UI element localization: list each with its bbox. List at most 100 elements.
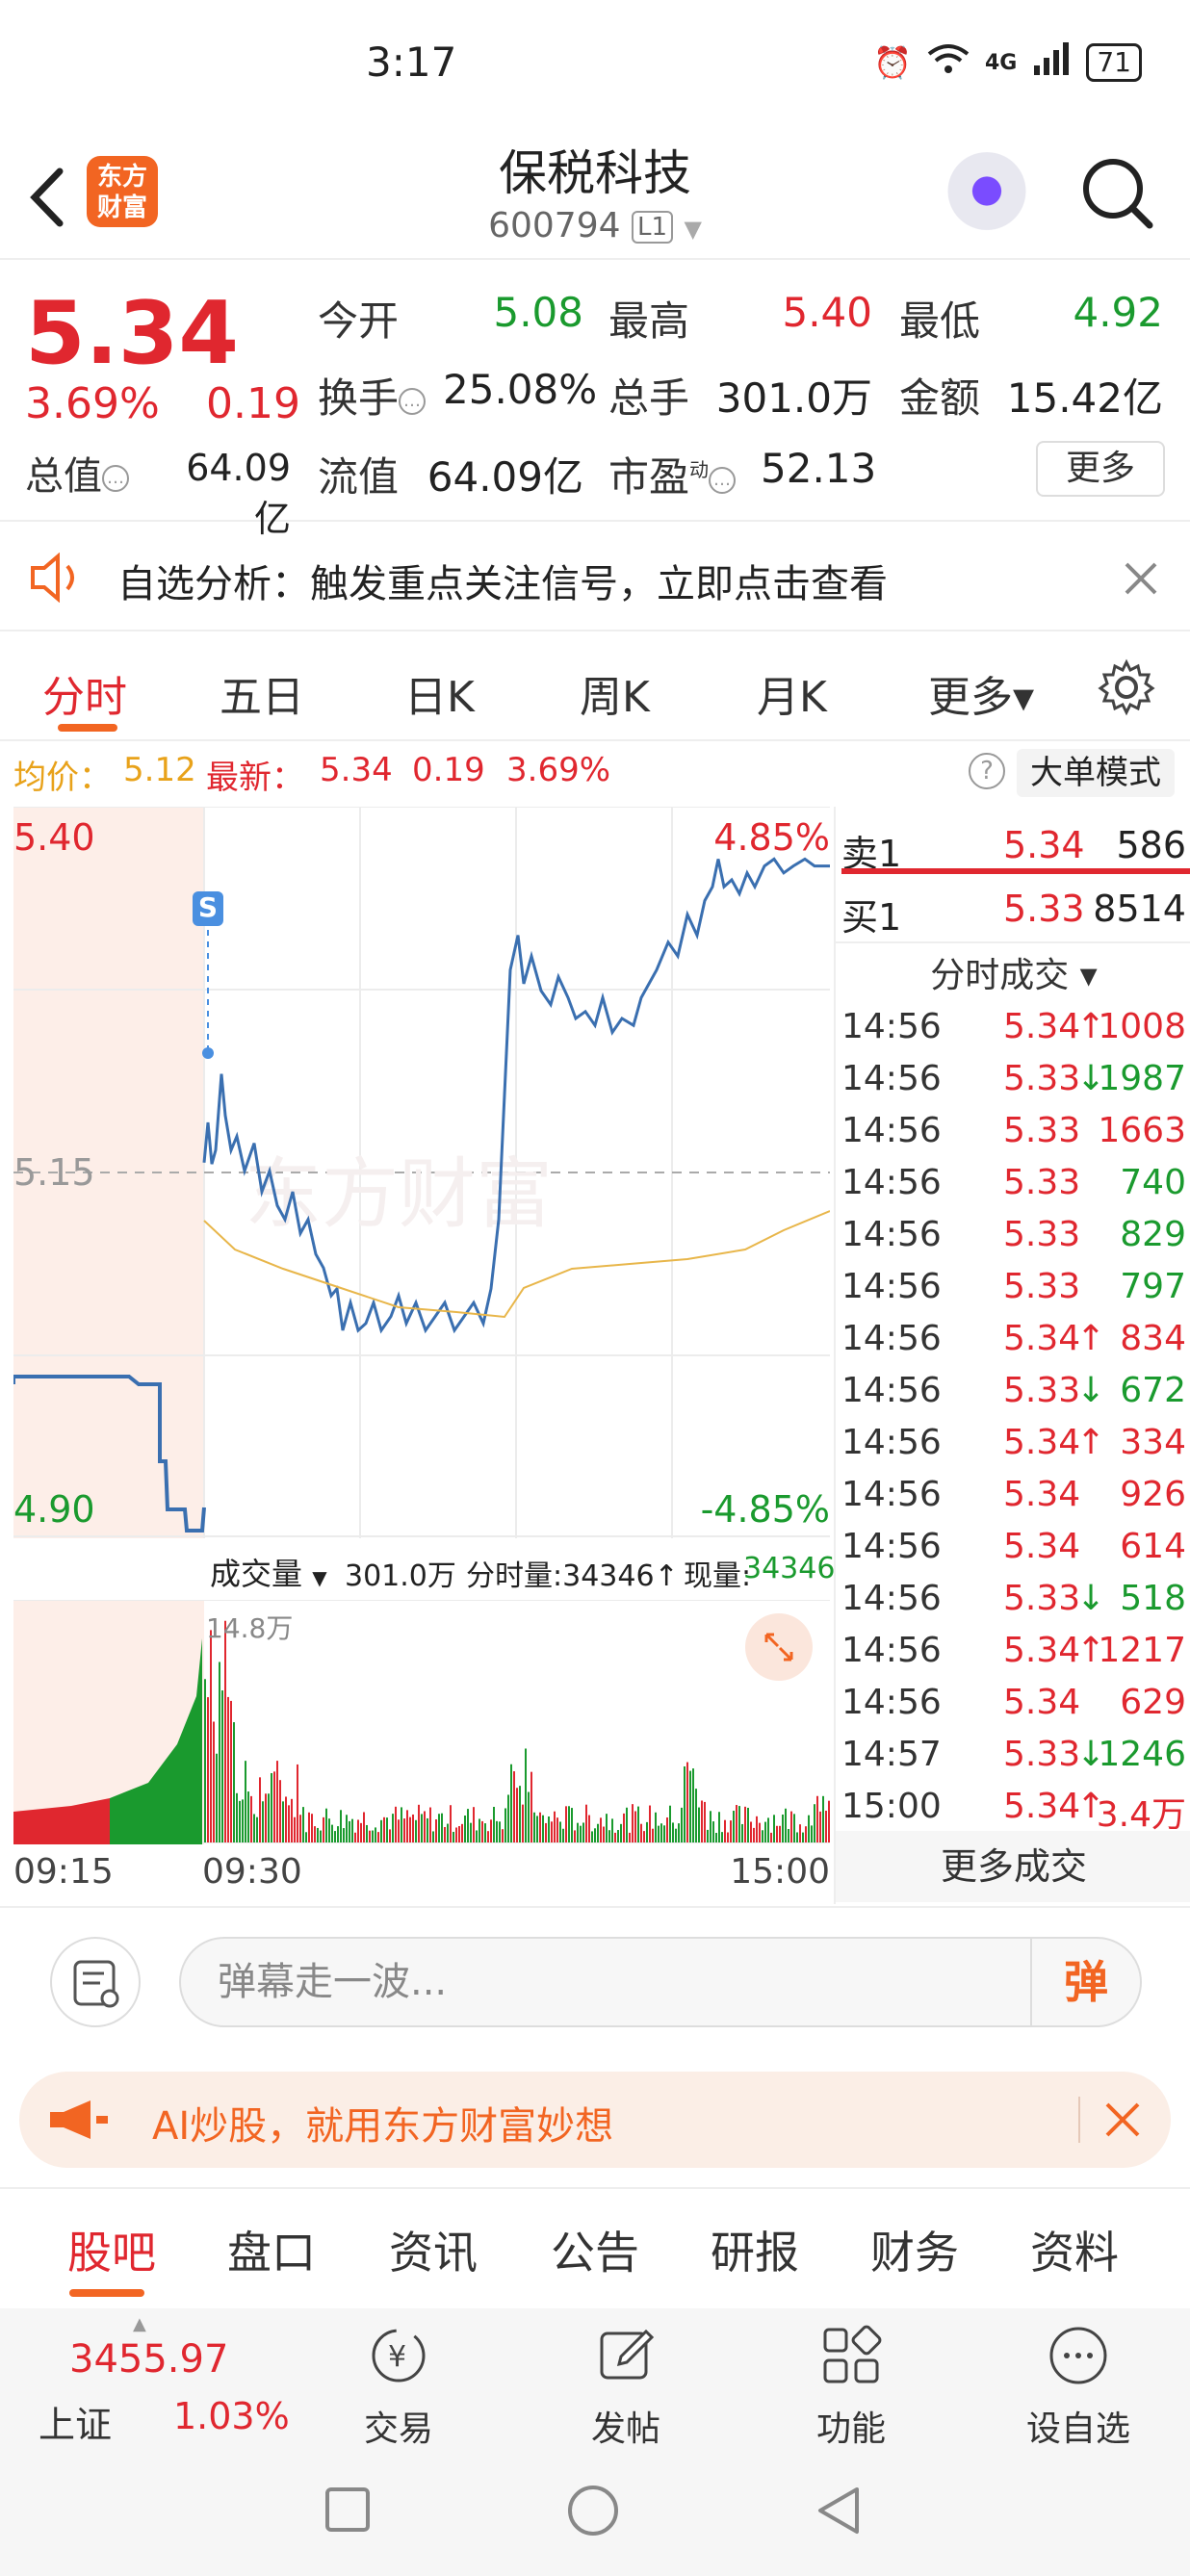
trade-price: 5.34 <box>1003 1007 1081 1046</box>
trade-volume: 1217 <box>1098 1631 1186 1670</box>
danmu-input[interactable]: 弹幕走一波... <box>179 1937 1142 2027</box>
volume-bar <box>522 1804 524 1842</box>
volume-bar <box>496 1820 498 1842</box>
volume-bar <box>718 1812 720 1842</box>
volume-bar <box>432 1831 434 1842</box>
trade-volume: 1663 <box>1098 1111 1186 1150</box>
volume-bar <box>580 1825 582 1842</box>
tab-weekly-k[interactable]: 周K <box>580 662 650 724</box>
tab-order-book[interactable]: 盘口 <box>227 2218 316 2281</box>
volume-bar <box>655 1812 657 1842</box>
ai-promo-text: AI炒股，就用东方财富妙想 <box>152 2104 614 2149</box>
tab-financials[interactable]: 财务 <box>870 2218 959 2281</box>
intraday-chart[interactable]: 东方财富 S 5.40 5.15 4.90 4.85% -4.85% <box>12 806 831 1538</box>
info-icon[interactable]: … <box>102 465 129 492</box>
trade-price: 5.33 <box>1003 1267 1081 1306</box>
volume-bar <box>250 1795 252 1842</box>
note-icon <box>73 1960 119 2008</box>
tab-five-day[interactable]: 五日 <box>220 662 304 724</box>
close-icon[interactable] <box>1123 560 1159 597</box>
volume-bar <box>776 1825 778 1842</box>
bid-row[interactable]: 买1 5.33 8514 <box>836 880 1190 939</box>
tab-daily-k[interactable]: 日K <box>404 662 475 724</box>
volume-bar <box>455 1827 457 1842</box>
active-tab-indicator <box>69 2289 144 2297</box>
recent-apps-icon[interactable] <box>323 2486 372 2534</box>
volume-bar <box>450 1805 452 1842</box>
volume-bar <box>392 1814 394 1842</box>
volume-label: 总手 <box>608 374 690 422</box>
big-order-mode-button[interactable]: 大单模式 <box>1017 749 1175 797</box>
edit-icon <box>600 2329 655 2380</box>
axis-high-pct-label: 4.85% <box>713 816 830 859</box>
home-icon[interactable] <box>566 2484 620 2537</box>
volume-bar <box>632 1804 634 1842</box>
volume-bar <box>643 1831 645 1842</box>
ai-promo-banner[interactable]: AI炒股，就用东方财富妙想 <box>19 2072 1171 2168</box>
trade-row: 15:00 5.34 ↑ 3.4万 <box>836 1781 1190 1835</box>
info-icon[interactable]: … <box>399 387 427 415</box>
comment-list-button[interactable] <box>50 1937 141 2027</box>
volume-bar <box>294 1816 296 1842</box>
trade-row: 14:56 5.34 ↑ 834 <box>836 1313 1190 1365</box>
info-icon[interactable]: … <box>709 466 737 494</box>
volume-bar <box>227 1696 229 1842</box>
volume-bar <box>736 1805 737 1842</box>
volume-bar <box>276 1761 278 1842</box>
volume-bar <box>710 1811 711 1842</box>
volume-bar <box>401 1807 402 1842</box>
gear-icon[interactable] <box>1098 658 1155 716</box>
tab-intraday[interactable]: 分时 <box>42 662 127 724</box>
trade-price: 5.34 <box>1003 1631 1081 1670</box>
search-button[interactable] <box>1078 154 1155 231</box>
tab-more[interactable]: 更多▾ <box>928 662 1034 724</box>
alert-banner[interactable]: 自选分析：触发重点关注信号，立即点击查看 <box>0 524 1190 631</box>
index-name: 上证 <box>39 2404 113 2446</box>
back-nav-icon[interactable] <box>815 2484 863 2537</box>
more-quote-button[interactable]: 更多 <box>1036 441 1165 497</box>
volume-selector[interactable]: 成交量 ▼ <box>210 1550 327 1594</box>
more-trades-button[interactable]: 更多成交 <box>836 1831 1190 1902</box>
volume-bar <box>730 1820 732 1842</box>
volume-chart[interactable]: 14.8万 <box>13 1599 830 1844</box>
time-label-open: 09:15 <box>13 1852 114 1892</box>
volume-bar <box>565 1806 567 1842</box>
volume-bar <box>297 1764 298 1842</box>
trade-row: 14:56 5.33 ↓ 1987 <box>836 1053 1190 1105</box>
nav-post[interactable]: 发帖 <box>549 2322 703 2451</box>
volume-bar <box>253 1814 255 1842</box>
expand-button[interactable] <box>745 1613 813 1681</box>
volume-bar <box>698 1807 700 1842</box>
volume-bar <box>568 1806 570 1842</box>
volume-bar <box>490 1819 492 1842</box>
avg-label: 均价： <box>13 759 112 797</box>
tab-monthly-k[interactable]: 月K <box>757 662 827 724</box>
tab-announcements[interactable]: 公告 <box>551 2218 639 2281</box>
volume-bar <box>626 1807 628 1842</box>
trade-time: 14:56 <box>841 1267 942 1306</box>
nav-trade[interactable]: ¥ 交易 <box>322 2322 476 2451</box>
latest-label: 最新： <box>206 759 304 797</box>
volume-bar <box>363 1812 365 1842</box>
nav-functions[interactable]: 功能 <box>774 2322 928 2451</box>
ai-assistant-avatar[interactable] <box>944 152 1030 239</box>
now-volume-label: 现量: <box>684 1559 752 1593</box>
volume-bar <box>704 1801 706 1842</box>
volume-bar <box>412 1814 414 1842</box>
tab-forum[interactable]: 股吧 <box>67 2218 156 2281</box>
volume-bar <box>617 1830 619 1842</box>
danmu-send-button[interactable]: 弹 <box>1030 1939 1140 2025</box>
turnover-value: 25.08% <box>443 366 598 413</box>
tab-news[interactable]: 资讯 <box>389 2218 478 2281</box>
tab-research[interactable]: 研报 <box>711 2218 799 2281</box>
tab-profile[interactable]: 资料 <box>1030 2218 1119 2281</box>
more-dots-icon <box>1049 2327 1107 2384</box>
volume-bar <box>802 1832 804 1842</box>
help-icon[interactable]: ? <box>969 753 1005 789</box>
volume-bar <box>762 1830 763 1842</box>
close-icon[interactable] <box>1103 2100 1142 2139</box>
index-ticker[interactable]: ▲ 3455.97 上证 1.03% <box>0 2308 290 2453</box>
ask-row[interactable]: 卖1 5.34 586 <box>836 816 1190 875</box>
nav-add-watchlist[interactable]: 设自选 <box>1001 2322 1155 2451</box>
trades-title[interactable]: 分时成交 ▾ <box>836 947 1190 997</box>
